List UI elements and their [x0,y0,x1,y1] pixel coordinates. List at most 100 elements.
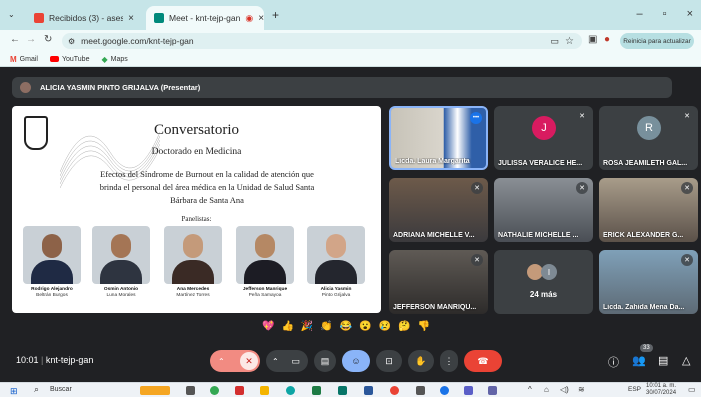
taskbar-search-label[interactable]: Buscar [50,386,72,393]
participant-tile[interactable]: R ✕ ROSA JEAMILETH GAL... [599,106,698,170]
participant-name: ERICK ALEXANDER G... [603,232,684,239]
app-icon[interactable] [488,386,497,395]
excel-icon[interactable] [312,386,321,395]
people-icon[interactable]: 👥 [632,354,646,367]
surprised-reaction-icon[interactable]: 😮 [359,321,371,337]
sad-reaction-icon[interactable]: 😢 [379,321,391,337]
restore-button[interactable]: ▫ [663,8,667,20]
minimize-button[interactable]: – [637,8,643,20]
tab-close-icon[interactable]: × [128,13,134,24]
chrome-icon[interactable] [210,386,219,395]
participant-tile[interactable]: ✕ JEFFERSON MANRIQU... [389,250,488,314]
bookmark-maps[interactable]: ◆ Maps [101,55,127,64]
word-icon[interactable] [364,386,373,395]
clap-reaction-icon[interactable]: 👏 [320,321,332,337]
more-participants-tile[interactable]: I 24 más [494,250,593,314]
meeting-controls: 10:01 | knt-tejp-gan ⌃ ✕ ⌃ ▭ ▤ ☺ ⊡ ✋ ⋮ ☎… [0,343,701,379]
update-button[interactable]: Reinicia para actualizar [620,33,694,49]
thumbs-up-reaction-icon[interactable]: 👍 [281,321,293,337]
meeting-details-icon[interactable]: ⓘ [608,354,619,370]
wifi-icon[interactable]: ≋ [578,385,585,394]
search-icon[interactable]: ⌕ [34,384,39,395]
clock-date[interactable]: 30/07/2024 [646,390,676,396]
participant-tile[interactable]: ••• Licda. Laura Margarita [389,106,488,170]
tray-chevron-icon[interactable]: ^ [528,385,532,394]
participant-tile[interactable]: J ✕ JULISSA VERALICE HE... [494,106,593,170]
chrome-alt-icon[interactable] [390,386,399,395]
tab-gmail[interactable]: Recibidos (3) - asesor.proceso × [26,6,142,30]
new-tab-button[interactable]: + [272,8,279,22]
slide-description: Efectos del Síndrome de Burnout en la ca… [62,168,352,207]
profile-icon[interactable]: ● [604,34,610,45]
present-button[interactable]: ⊡ [376,350,402,372]
participant-avatar: R [637,116,661,140]
laugh-reaction-icon[interactable]: 😂 [340,321,352,337]
panelist-photo [236,226,294,284]
bookmark-gmail[interactable]: M Gmail [10,55,38,64]
clock-time[interactable]: 10:01 a. m. [646,383,676,389]
party-reaction-icon[interactable]: 🎉 [301,321,313,337]
thinking-reaction-icon[interactable]: 🤔 [398,321,410,337]
publisher-icon[interactable] [338,386,347,395]
tab-close-icon[interactable]: × [258,13,264,24]
slide-title: Conversatorio [154,122,239,138]
language-indicator[interactable]: ESP [628,386,641,393]
pdf-app-icon[interactable] [235,386,244,395]
app-icon[interactable] [416,386,425,395]
tab-meet[interactable]: Meet - knt-tejp-gan ◉ × [146,6,264,30]
participant-tile[interactable]: ✕ ERICK ALEXANDER G... [599,178,698,242]
reaction-bar: 💖 👍 🎉 👏 😂 😮 😢 🤔 👎 [262,321,430,337]
bookmark-youtube[interactable]: YouTube [49,56,89,63]
audio-options-button[interactable]: ⌃ ✕ [210,350,260,372]
edge-icon[interactable] [286,386,295,395]
video-options-button[interactable]: ⌃ ▭ [266,350,308,372]
notifications-icon[interactable]: ▭ [688,385,696,394]
tab-search-menu-icon[interactable]: ⌄ [8,10,15,19]
leave-call-button[interactable]: ☎ [464,350,502,372]
captions-button[interactable]: ▤ [314,350,336,372]
cast-icon[interactable]: ▭ [551,36,560,47]
participant-thumb-avatar: I [541,264,557,280]
task-view-icon[interactable] [186,386,195,395]
file-explorer-icon[interactable] [260,386,269,395]
back-icon[interactable]: ← [10,34,20,45]
volume-icon[interactable]: ◁) [560,385,569,394]
heart-reaction-icon[interactable]: 💖 [262,321,274,337]
meet-favicon-icon [154,13,164,23]
shared-slide: Conversatorio Doctorado en Medicina Efec… [12,106,381,313]
mic-off-icon: ✕ [471,254,483,266]
bookmark-star-icon[interactable]: ☆ [565,36,574,47]
site-settings-icon[interactable]: ⚙ [68,37,75,46]
weather-widget-icon[interactable] [140,386,170,395]
sidepanel-icon[interactable]: ▣ [588,34,597,45]
reload-icon[interactable]: ↻ [44,34,52,45]
app-icon[interactable] [464,386,473,395]
camera-icon: ▭ [291,355,300,366]
meeting-code: knt-tejp-gan [45,355,94,365]
chat-icon[interactable]: ▤ [658,354,668,367]
url-text: meet.google.com/knt-tejp-gan [81,36,194,46]
panelist: Osmin Antonio Luna Morales [90,226,152,299]
forward-icon[interactable]: → [26,34,36,45]
gmail-favicon-icon [34,13,44,23]
more-options-button[interactable]: ⋮ [440,350,458,372]
reactions-button[interactable]: ☺ [342,350,370,372]
address-bar[interactable]: ⚙ meet.google.com/knt-tejp-gan ▭ ☆ [62,33,582,49]
recording-icon: ◉ [245,12,254,23]
panelist-surname: Luna Morales [106,293,136,298]
close-window-button[interactable]: × [687,8,693,20]
network-icon[interactable]: ⌂ [544,385,549,394]
activities-icon[interactable]: △ [682,354,690,367]
browser-tab-bar: ⌄ Recibidos (3) - asesor.proceso × Meet … [0,0,701,30]
mic-off-button-icon[interactable]: ✕ [240,352,258,370]
participant-tile[interactable]: ✕ ADRIANA MICHELLE V... [389,178,488,242]
thumbs-down-reaction-icon[interactable]: 👎 [418,321,430,337]
windows-start-icon[interactable]: ⊞ [10,386,18,397]
presenting-avatar [20,82,31,93]
participant-tile[interactable]: ✕ Licda. Zahida Mena Da... [599,250,698,314]
app-icon[interactable] [440,386,449,395]
meet-stage: ALICIA YASMIN PINTO GRIJALVA (Presentar)… [0,67,701,382]
panelists-label: Panelistas: [181,215,212,223]
participant-tile[interactable]: ✕ NATHALIE MICHELLE ... [494,178,593,242]
raise-hand-button[interactable]: ✋ [408,350,434,372]
